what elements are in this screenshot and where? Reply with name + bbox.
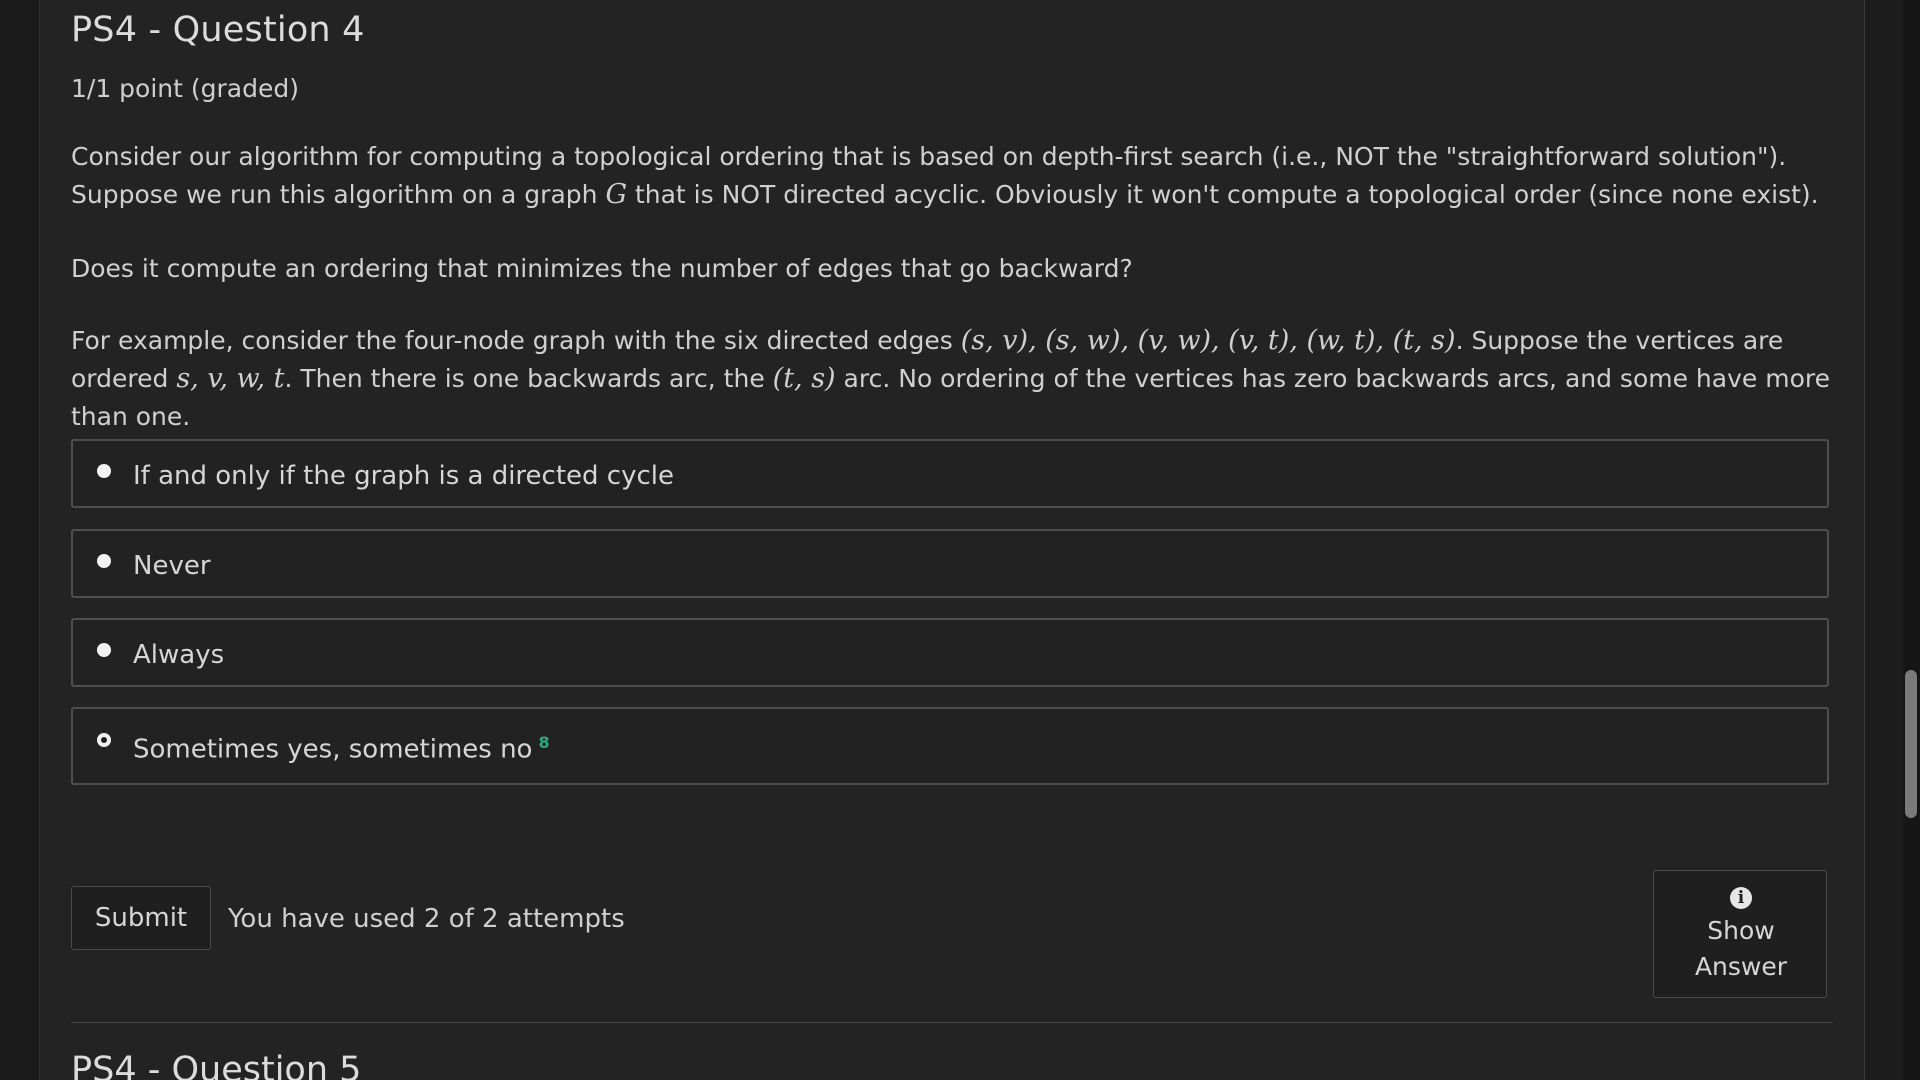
math-vertex-order: s, v, w, t	[176, 363, 285, 394]
radio-button[interactable]	[97, 643, 111, 657]
problem-paragraph-1: Consider our algorithm for computing a t…	[71, 138, 1833, 214]
answer-option[interactable]: If and only if the graph is a directed c…	[71, 439, 1829, 508]
page: PS4 - Question 4 1/1 point (graded) Cons…	[0, 0, 1920, 1080]
scrollbar-thumb[interactable]	[1905, 670, 1917, 818]
option-label: Always	[133, 640, 225, 670]
show-answer-line-2: Answer	[1694, 952, 1788, 981]
correct-status-icon: 8	[538, 733, 550, 752]
problem-paragraph-3: For example, consider the four-node grap…	[71, 322, 1833, 436]
math-backward-arc: (t, s)	[772, 363, 836, 394]
submit-button[interactable]: Submit	[71, 886, 211, 950]
paragraph-text: that is NOT directed acyclic. Obviously …	[627, 180, 1819, 209]
show-answer-line-1: Show	[1707, 916, 1775, 945]
radio-button-checked[interactable]	[97, 733, 111, 747]
paragraph-text: For example, consider the four-node grap…	[71, 326, 961, 355]
problem-paragraph-2: Does it compute an ordering that minimiz…	[71, 254, 1133, 283]
right-gutter	[1865, 0, 1903, 1080]
math-edge-list: (s, v), (s, w), (v, w), (v, t), (w, t), …	[960, 325, 1456, 356]
math-graph-g: G	[605, 179, 628, 210]
option-label: Never	[133, 551, 211, 581]
paragraph-text: . Then there is one backwards arc, the	[284, 364, 773, 393]
info-icon: i	[1730, 887, 1752, 909]
show-answer-button[interactable]: i Show Answer	[1653, 870, 1827, 998]
section-divider	[71, 1022, 1833, 1023]
scrollbar-track[interactable]	[1903, 0, 1920, 1080]
option-label: If and only if the graph is a directed c…	[133, 461, 674, 491]
option-label-text: Sometimes yes, sometimes no	[133, 734, 533, 765]
option-label: Sometimes yes, sometimes no 8	[133, 733, 550, 765]
radio-button[interactable]	[97, 464, 111, 478]
problem-title: PS4 - Question 4	[71, 10, 365, 50]
answer-option[interactable]: Always	[71, 618, 1829, 687]
answer-option-selected[interactable]: Sometimes yes, sometimes no 8	[71, 707, 1829, 785]
problem-score: 1/1 point (graded)	[71, 74, 299, 103]
show-answer-label: Show Answer	[1654, 913, 1828, 985]
next-problem-title: PS4 - Question 5	[71, 1050, 362, 1080]
answer-option[interactable]: Never	[71, 529, 1829, 598]
left-gutter	[0, 0, 40, 1080]
attempts-counter: You have used 2 of 2 attempts	[228, 904, 625, 934]
radio-button[interactable]	[97, 554, 111, 568]
